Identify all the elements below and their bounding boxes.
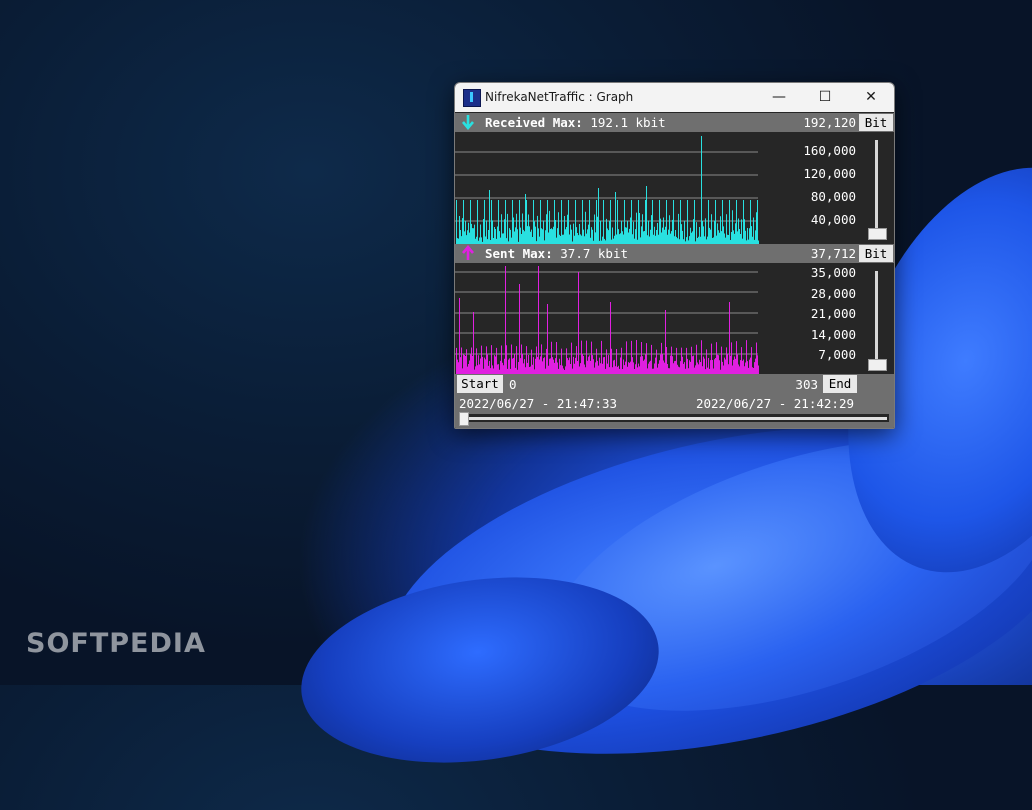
close-button[interactable]: ✕ — [848, 83, 894, 112]
arrow-down-icon — [462, 115, 474, 130]
sent-label-text: Sent Max: — [485, 246, 553, 261]
received-label: Received Max: 192.1 kbit — [485, 115, 666, 130]
sent-unit-button[interactable]: Bit — [859, 245, 893, 262]
maximize-button[interactable]: ☐ — [802, 83, 848, 112]
sent-header: Sent Max: 37.7 kbit 37,712 Bit — [455, 244, 894, 263]
received-axis: 160,000 120,000 80,000 40,000 — [790, 132, 858, 244]
axis-tick-label: 35,000 — [810, 265, 856, 280]
received-scale-slider[interactable] — [859, 132, 894, 244]
axis-tick-label: 40,000 — [810, 212, 856, 227]
title-bar[interactable]: NifrekaNetTraffic : Graph — ☐ ✕ — [455, 83, 894, 112]
received-slider-thumb[interactable] — [868, 228, 887, 240]
slider-rail — [875, 271, 878, 369]
end-time: 2022/06/27 - 21:42:29 — [695, 396, 854, 411]
end-button[interactable]: End — [823, 375, 857, 393]
window-title: NifrekaNetTraffic : Graph — [485, 90, 634, 104]
app-icon — [463, 89, 481, 107]
axis-tick-label: 7,000 — [818, 347, 856, 362]
softpedia-watermark: SOFTPEDIA — [26, 628, 206, 659]
sent-slider-thumb[interactable] — [868, 359, 887, 371]
sent-axis: 35,000 28,000 21,000 14,000 7,000 — [790, 263, 858, 374]
received-label-text: Received Max: — [485, 115, 583, 130]
start-button[interactable]: Start — [457, 375, 503, 393]
received-max-value: 192.1 kbit — [590, 115, 666, 130]
graph-window: NifrekaNetTraffic : Graph — ☐ ✕ Received… — [454, 82, 895, 429]
start-index: 0 — [509, 377, 517, 392]
end-index: 303 — [795, 377, 818, 392]
minimize-button[interactable]: — — [756, 83, 802, 112]
sent-max-number: 37,712 — [810, 246, 856, 261]
axis-tick-label: 80,000 — [810, 189, 856, 204]
sent-max-value: 37.7 kbit — [560, 246, 628, 261]
axis-tick-label: 120,000 — [803, 166, 856, 181]
axis-tick-label: 14,000 — [810, 326, 856, 342]
received-header: Received Max: 192.1 kbit 192,120 Bit — [455, 113, 894, 132]
axis-tick-label: 28,000 — [810, 285, 856, 301]
scrollbar-rail — [467, 417, 887, 420]
slider-rail — [875, 140, 878, 238]
axis-tick-label: 21,000 — [810, 306, 856, 321]
timeline-scrollbar[interactable] — [459, 412, 889, 426]
axis-tick-label: 160,000 — [803, 143, 856, 158]
received-unit-button[interactable]: Bit — [859, 114, 893, 131]
arrow-up-icon — [462, 245, 474, 260]
sent-scale-slider[interactable] — [859, 263, 894, 374]
sent-label: Sent Max: 37.7 kbit — [485, 246, 628, 261]
timeline-footer: Start 0 303 End 2022/06/27 - 21:47:33 20… — [455, 374, 894, 428]
received-max-number: 192,120 — [803, 115, 856, 130]
start-time: 2022/06/27 - 21:47:33 — [459, 396, 618, 411]
timeline-scroll-knob[interactable] — [459, 412, 469, 426]
